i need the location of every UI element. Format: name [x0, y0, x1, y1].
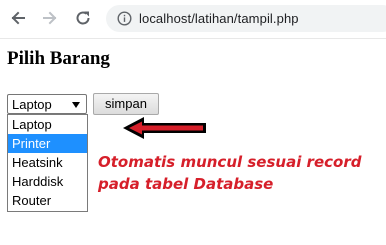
option-harddisk[interactable]: Harddisk	[8, 172, 87, 191]
annotation-arrow-icon	[123, 117, 206, 139]
arrow-left-icon	[11, 11, 25, 25]
browser-toolbar: localhost/latihan/tampil.php	[0, 0, 386, 39]
address-bar[interactable]: localhost/latihan/tampil.php	[106, 5, 386, 32]
reload-icon	[76, 11, 90, 25]
option-laptop[interactable]: Laptop	[8, 115, 87, 134]
back-button[interactable]	[9, 9, 27, 27]
forward-button[interactable]	[41, 9, 59, 27]
option-router[interactable]: Router	[8, 191, 87, 210]
url-text: localhost/latihan/tampil.php	[139, 11, 299, 26]
dropdown-options-list: Laptop Printer Heatsink Harddisk Router	[7, 114, 88, 212]
arrow-right-icon	[43, 11, 57, 25]
option-heatsink[interactable]: Heatsink	[8, 153, 87, 172]
browser-window: localhost/latihan/tampil.php Pilih Baran…	[0, 0, 386, 245]
info-icon[interactable]	[117, 11, 132, 26]
select-current-value: Laptop	[12, 97, 52, 112]
annotation-line-2: pada tabel Database	[98, 175, 274, 193]
option-printer[interactable]: Printer	[8, 134, 87, 153]
dropdown-arrow-icon	[72, 102, 80, 108]
reload-button[interactable]	[74, 9, 92, 27]
annotation-text: Otomatis muncul sesuai record pada tabel…	[98, 151, 361, 195]
annotation-line-1: Otomatis muncul sesuai record	[98, 153, 362, 171]
page-title: Pilih Barang	[7, 48, 110, 69]
barang-select[interactable]: Laptop	[7, 94, 87, 114]
